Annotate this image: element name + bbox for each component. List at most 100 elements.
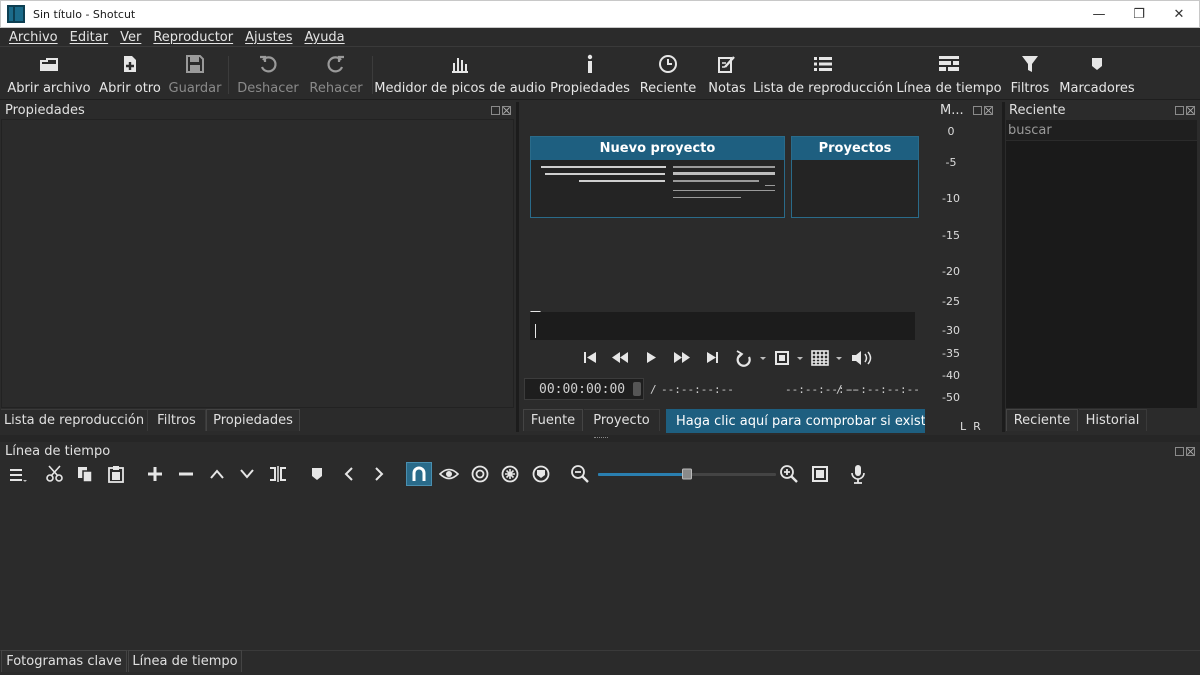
undo-button[interactable]: Deshacer bbox=[236, 52, 300, 98]
scrub-eye-icon[interactable] bbox=[439, 464, 459, 484]
volume-button[interactable] bbox=[850, 346, 874, 368]
meter-scale-label: -35 bbox=[942, 347, 960, 360]
ripple-icon[interactable] bbox=[470, 464, 490, 484]
properties-button[interactable]: Propiedades bbox=[550, 52, 630, 98]
recent-button[interactable]: Reciente bbox=[638, 52, 698, 98]
snap-magnet-icon[interactable] bbox=[406, 462, 432, 486]
timeline-toolbar bbox=[0, 460, 1200, 488]
zoom-in-icon[interactable] bbox=[779, 464, 799, 484]
toolbar-separator bbox=[228, 56, 229, 94]
audio-meter-button[interactable]: Medidor de picos de audio bbox=[374, 52, 546, 98]
tab-properties[interactable]: Propiedades bbox=[206, 409, 300, 431]
duration-label: --:--:--:-- bbox=[661, 383, 734, 396]
timecode-input[interactable]: 00:00:00:00 bbox=[524, 378, 644, 400]
float-icon[interactable] bbox=[973, 106, 982, 115]
rewind-button[interactable] bbox=[608, 346, 632, 368]
float-icon[interactable] bbox=[1175, 447, 1184, 456]
zoom-slider-fill bbox=[598, 473, 687, 476]
open-other-button[interactable]: Abrir otro bbox=[98, 52, 162, 98]
menu-editar[interactable]: Editar bbox=[64, 30, 115, 45]
skip-next-button[interactable] bbox=[700, 346, 724, 368]
open-file-button[interactable]: Abrir archivo bbox=[7, 52, 91, 98]
menu-ajustes[interactable]: Ajustes bbox=[239, 30, 298, 45]
menu-ver[interactable]: Ver bbox=[114, 30, 147, 45]
grid-button[interactable] bbox=[810, 346, 846, 368]
meter-scale-label: -25 bbox=[942, 295, 960, 308]
fast-forward-button[interactable] bbox=[670, 346, 694, 368]
skip-previous-button[interactable] bbox=[578, 346, 602, 368]
tab-playlist[interactable]: Lista de reproducción bbox=[1, 409, 148, 431]
splitter[interactable] bbox=[1002, 102, 1005, 432]
zoom-button[interactable] bbox=[772, 346, 808, 368]
copy-icon[interactable] bbox=[75, 464, 95, 484]
player-scrubber[interactable] bbox=[530, 312, 915, 340]
timeline-dock-buttons bbox=[1175, 447, 1195, 456]
float-icon[interactable] bbox=[491, 106, 500, 115]
tab-keyframes[interactable]: Fotogramas clave bbox=[1, 650, 127, 672]
timecode-spinner[interactable] bbox=[633, 382, 641, 396]
float-icon[interactable] bbox=[1175, 106, 1184, 115]
filters-button[interactable]: Filtros bbox=[1008, 52, 1052, 98]
close-icon[interactable] bbox=[502, 106, 511, 115]
ripple-markers-icon[interactable] bbox=[531, 464, 551, 484]
inout-separator: / bbox=[836, 383, 843, 396]
menu-reproductor[interactable]: Reproductor bbox=[147, 30, 239, 45]
tab-source[interactable]: Fuente bbox=[523, 409, 583, 431]
playlist-button[interactable]: Lista de reproducción bbox=[753, 52, 893, 98]
recent-search-input[interactable]: buscar bbox=[1006, 120, 1197, 140]
tab-history[interactable]: Historial bbox=[1079, 409, 1147, 431]
out-point-label: --:--:--:-- bbox=[847, 383, 920, 396]
menu-archivo[interactable]: Archivo bbox=[3, 30, 64, 45]
minimize-button[interactable]: — bbox=[1079, 1, 1119, 27]
play-button[interactable] bbox=[640, 346, 664, 368]
marker-icon bbox=[1091, 52, 1103, 76]
add-marker-icon[interactable] bbox=[307, 464, 327, 484]
maximize-button[interactable]: ❐ bbox=[1119, 1, 1159, 27]
overwrite-icon[interactable] bbox=[237, 464, 257, 484]
timeline-tracks-area[interactable] bbox=[0, 488, 1200, 650]
audio-meter-title: M... bbox=[940, 103, 964, 118]
close-icon[interactable] bbox=[1186, 106, 1195, 115]
zoom-slider[interactable] bbox=[598, 468, 776, 480]
tab-timeline[interactable]: Línea de tiempo bbox=[128, 650, 242, 672]
audio-meter-icon bbox=[452, 52, 468, 76]
recent-files-list[interactable] bbox=[1006, 141, 1197, 408]
tab-project[interactable]: Proyecto bbox=[584, 409, 660, 431]
next-marker-icon[interactable] bbox=[369, 464, 389, 484]
record-audio-icon[interactable] bbox=[848, 464, 868, 484]
append-icon[interactable] bbox=[145, 464, 165, 484]
update-check-banner[interactable]: Haga clic aquí para comprobar si exist… bbox=[666, 409, 925, 433]
close-icon[interactable] bbox=[1186, 447, 1195, 456]
previous-marker-icon[interactable] bbox=[339, 464, 359, 484]
info-icon bbox=[585, 52, 595, 76]
timeline-menu-icon[interactable] bbox=[8, 464, 28, 484]
tab-recent[interactable]: Reciente bbox=[1006, 409, 1078, 431]
save-button[interactable]: Guardar bbox=[168, 52, 222, 98]
splitter[interactable] bbox=[516, 102, 519, 432]
funnel-icon bbox=[1021, 52, 1039, 76]
menu-ayuda[interactable]: Ayuda bbox=[298, 30, 350, 45]
timeline-button[interactable]: Línea de tiempo bbox=[896, 52, 1002, 98]
remove-icon[interactable] bbox=[176, 464, 196, 484]
notes-button[interactable]: Notas bbox=[706, 52, 748, 98]
paste-icon[interactable] bbox=[106, 464, 126, 484]
new-project-box[interactable]: Nuevo proyecto bbox=[530, 136, 785, 218]
ripple-all-tracks-icon[interactable] bbox=[500, 464, 520, 484]
shotcut-app-icon bbox=[7, 5, 25, 23]
tab-filters[interactable]: Filtros bbox=[148, 409, 206, 431]
zoom-out-icon[interactable] bbox=[570, 464, 590, 484]
close-button[interactable]: ✕ bbox=[1159, 1, 1199, 27]
timeline-icon bbox=[939, 52, 959, 76]
loop-button[interactable] bbox=[732, 346, 768, 368]
notes-icon bbox=[717, 52, 737, 76]
cut-icon[interactable] bbox=[45, 464, 65, 484]
zoom-fit-icon[interactable] bbox=[810, 464, 830, 484]
duration-separator: / bbox=[650, 383, 657, 396]
close-icon[interactable] bbox=[984, 106, 993, 115]
clock-icon bbox=[658, 52, 678, 76]
redo-button[interactable]: Rehacer bbox=[308, 52, 364, 98]
projects-box[interactable]: Proyectos bbox=[791, 136, 919, 218]
markers-button[interactable]: Marcadores bbox=[1059, 52, 1135, 98]
split-icon[interactable] bbox=[268, 464, 288, 484]
lift-icon[interactable] bbox=[207, 464, 227, 484]
